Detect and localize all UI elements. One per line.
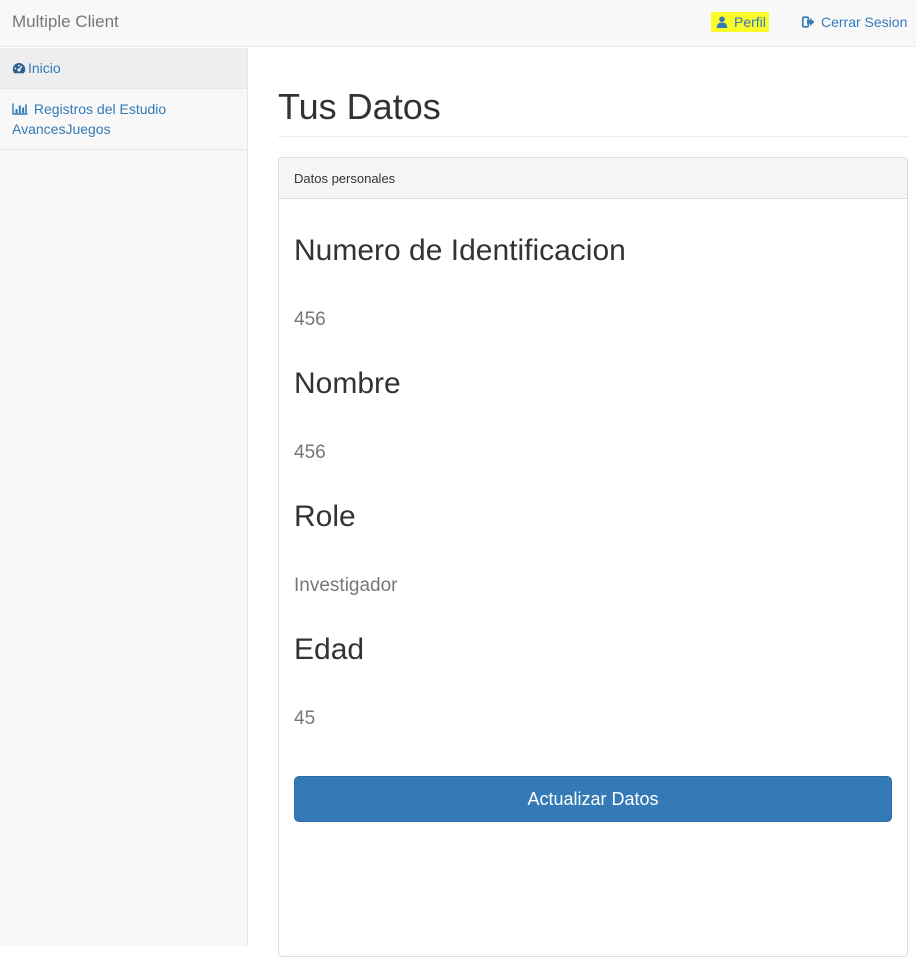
sidebar-item-label: Registros del Estudio [33,101,167,117]
page-title: Tus Datos [278,86,908,137]
field-value-edad: 45 [294,708,316,729]
logout-link[interactable]: Cerrar Sesion [802,12,907,32]
field-value-nombre: 456 [294,442,326,463]
field-label-role: Role [294,500,356,533]
sidebar-item-registros[interactable]: Registros del Estudio AvancesJuegos [0,89,247,150]
bar-chart-icon [12,103,28,115]
sidebar: Inicio Registros del Estudio AvancesJueg… [0,48,248,946]
personal-data-panel: Datos personales Numero de Identificacio… [278,157,908,957]
update-data-button[interactable]: Actualizar Datos [294,776,892,822]
logout-label: Cerrar Sesion [821,14,908,30]
profile-label: Perfil [734,14,766,30]
field-label-edad: Edad [294,633,365,666]
brand-name[interactable]: Multiple Client [12,12,119,32]
top-navbar: Multiple Client Perfil Cerrar Sesion [0,0,916,47]
sidebar-item-label: AvancesJuegos [12,121,111,137]
field-value-id: 456 [294,309,326,330]
main-content: Tus Datos Datos personales Numero de Ide… [278,48,908,957]
field-value-role: Investigador [294,575,398,596]
field-label-nombre: Nombre [294,367,401,400]
sidebar-item-inicio[interactable]: Inicio [0,48,247,89]
panel-body: Numero de Identificacion 456 Nombre 456 … [279,233,907,822]
user-icon [716,16,728,28]
panel-heading: Datos personales [279,158,907,199]
sign-out-icon [802,16,815,28]
field-label-id: Numero de Identificacion [294,234,626,267]
dashboard-icon [12,62,26,74]
profile-link[interactable]: Perfil [711,12,769,32]
sidebar-item-label: Inicio [28,60,61,76]
